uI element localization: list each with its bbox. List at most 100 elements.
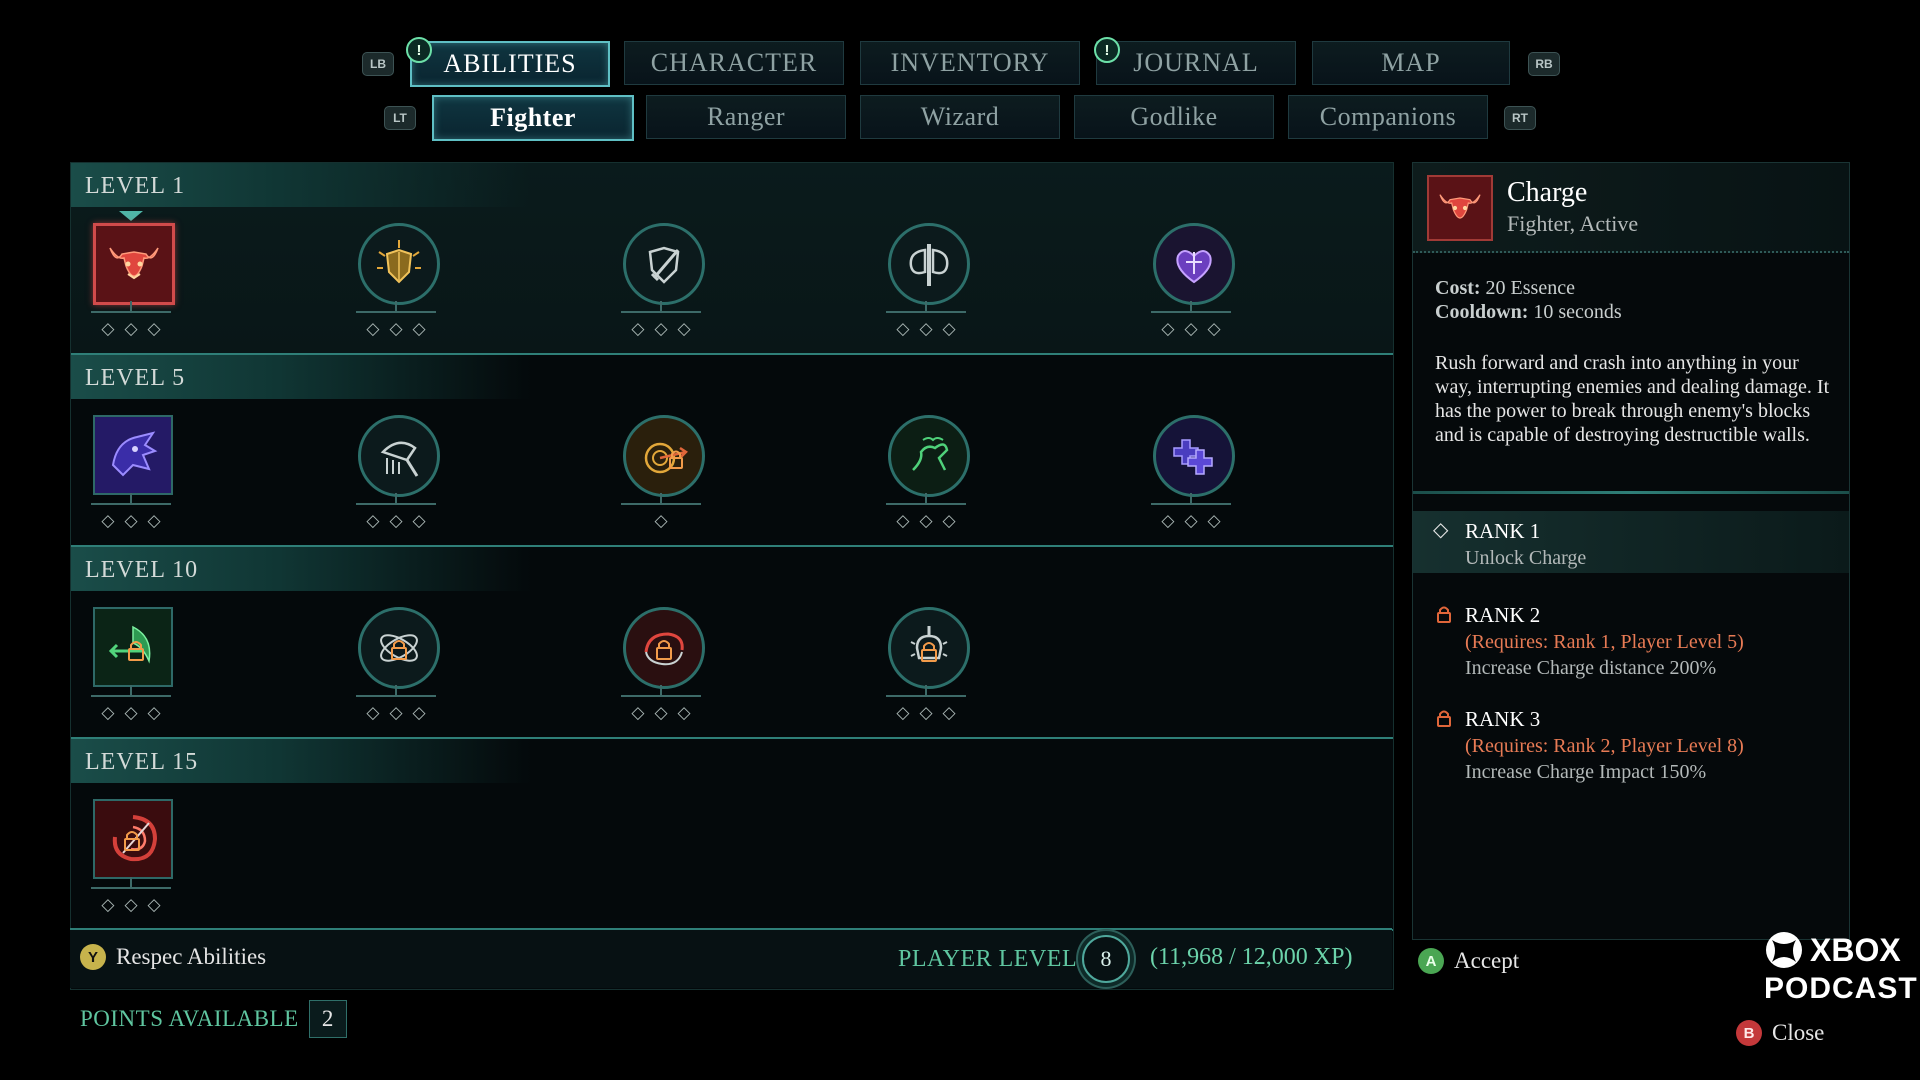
level-row-1: LEVEL 1 ◇◇◇ ◇◇◇ ◇◇◇ ◇◇◇ ◇◇◇ <box>71 163 1393 355</box>
heart-shield-icon[interactable] <box>1153 223 1235 305</box>
subtab-ranger[interactable]: Ranger <box>646 95 846 139</box>
ability-slot[interactable]: ◇◇◇ <box>611 223 711 363</box>
ability-slot[interactable]: ◇◇◇ <box>81 223 181 363</box>
ability-slot[interactable]: ◇◇◇ <box>81 607 181 747</box>
ability-slot[interactable]: ◇◇◇ <box>346 415 446 555</box>
rank-1[interactable]: ◇ RANK 1 Unlock Charge <box>1413 511 1849 573</box>
lt-trigger[interactable]: LT <box>384 106 416 130</box>
rank-pips: ◇◇◇ <box>631 319 701 339</box>
target-arrow-icon[interactable] <box>623 415 705 497</box>
ability-slot[interactable]: ◇◇◇ <box>346 607 446 747</box>
vortex-slash-icon[interactable] <box>93 799 173 879</box>
cross-stack-icon[interactable] <box>1153 415 1235 497</box>
ability-slot[interactable]: ◇◇◇ <box>611 607 711 747</box>
rank-pips: ◇◇◇ <box>101 703 171 723</box>
subtab-wizard[interactable]: Wizard <box>860 95 1060 139</box>
ability-slot[interactable]: ◇◇◇ <box>81 415 181 555</box>
rank-pips: ◇◇◇ <box>366 319 436 339</box>
charge-icon[interactable] <box>93 223 175 305</box>
subtab-godlike-label: Godlike <box>1130 102 1218 131</box>
rank-2[interactable]: RANK 2 (Requires: Rank 1, Player Level 5… <box>1413 595 1849 679</box>
tab-inventory-label: INVENTORY <box>890 48 1050 77</box>
tab-journal-label: JOURNAL <box>1133 48 1259 77</box>
xbox-podcast-watermark: XBOX PODCAST <box>1764 930 1917 1006</box>
ability-slot[interactable]: ◇◇◇ <box>876 223 976 363</box>
xp-progress: (11,968 / 12,000 XP) <box>1150 944 1353 970</box>
vine-leap-icon[interactable] <box>888 415 970 497</box>
subtab-companions-label: Companions <box>1319 102 1457 131</box>
close-button[interactable]: B Close <box>1736 1020 1824 1046</box>
rank-1-effect: Unlock Charge <box>1465 547 1587 569</box>
close-label: Close <box>1772 1020 1825 1045</box>
ability-slot[interactable]: ◇◇◇ <box>876 415 976 555</box>
rank-3-effect: Increase Charge Impact 150% <box>1465 761 1707 783</box>
accept-button[interactable]: A Accept <box>1418 948 1519 974</box>
ability-cooldown: Cooldown: 10 seconds <box>1435 301 1622 324</box>
rank-pips: ◇◇◇ <box>896 319 966 339</box>
rank-pips: ◇◇◇ <box>896 511 966 531</box>
points-available: POINTS AVAILABLE 2 <box>80 1000 347 1038</box>
lock-icon <box>1437 710 1451 727</box>
tab-map[interactable]: MAP <box>1312 41 1510 85</box>
shield-sword-icon[interactable] <box>623 223 705 305</box>
rank-2-title: RANK 2 <box>1465 603 1541 627</box>
rt-trigger[interactable]: RT <box>1504 106 1536 130</box>
accept-label: Accept <box>1454 948 1520 973</box>
rank-pips: ◇◇◇ <box>631 703 701 723</box>
lock-icon <box>1437 606 1451 623</box>
arrow-burst-icon[interactable] <box>93 607 173 687</box>
level-label: LEVEL 10 <box>85 557 199 583</box>
ability-detail-panel: Charge Fighter, Active Cost: 20 Essence … <box>1412 162 1850 940</box>
rank-3-title: RANK 3 <box>1465 707 1541 731</box>
shield-sun-icon[interactable] <box>358 223 440 305</box>
rank-3-requires: (Requires: Rank 2, Player Level 8) <box>1465 735 1744 757</box>
ability-type: Fighter, Active <box>1507 211 1639 236</box>
battle-axe-icon[interactable] <box>888 223 970 305</box>
xbox-logo-icon <box>1766 932 1802 968</box>
subtab-fighter-label: Fighter <box>490 103 576 132</box>
level-label: LEVEL 5 <box>85 365 186 391</box>
lb-bumper[interactable]: LB <box>362 52 394 76</box>
subtab-companions[interactable]: Companions <box>1288 95 1488 139</box>
ability-slot[interactable]: ◇◇◇ <box>1141 223 1241 363</box>
rage-face-icon[interactable] <box>93 415 173 495</box>
spin-orbit-icon[interactable] <box>358 607 440 689</box>
ability-slot[interactable]: ◇◇◇ <box>1141 415 1241 555</box>
ability-cost: Cost: 20 Essence <box>1435 277 1575 300</box>
tab-journal[interactable]: JOURNAL <box>1096 41 1296 85</box>
tab-map-label: MAP <box>1381 48 1441 77</box>
ability-slot[interactable]: ◇◇◇ <box>81 799 181 939</box>
respec-abilities-button[interactable]: Y Respec Abilities <box>80 944 266 970</box>
ability-slot[interactable]: ◇ <box>611 415 711 555</box>
level-row-15: LEVEL 15 ◇◇◇ <box>71 739 1393 931</box>
level-label: LEVEL 1 <box>85 173 186 199</box>
subtab-godlike[interactable]: Godlike <box>1074 95 1274 139</box>
level-label: LEVEL 15 <box>85 749 199 775</box>
ability-slot[interactable]: ◇◇◇ <box>876 607 976 747</box>
cost-value: 20 Essence <box>1485 277 1575 299</box>
detail-header: Charge Fighter, Active <box>1413 163 1849 253</box>
selection-marker <box>119 211 143 221</box>
rank-3[interactable]: RANK 3 (Requires: Rank 2, Player Level 8… <box>1413 699 1849 783</box>
rank-pips: ◇◇◇ <box>101 895 171 915</box>
whirl-slash-icon[interactable] <box>623 607 705 689</box>
axe-strike-icon[interactable] <box>358 415 440 497</box>
tab-inventory[interactable]: INVENTORY <box>860 41 1080 85</box>
b-button-icon: B <box>1736 1020 1762 1046</box>
ability-slot[interactable]: ◇◇◇ <box>346 223 446 363</box>
rank-pips: ◇◇◇ <box>101 511 171 531</box>
rank-pips: ◇◇◇ <box>1161 319 1231 339</box>
tab-abilities[interactable]: ABILITIES <box>410 41 610 87</box>
rank-pips: ◇◇◇ <box>366 511 436 531</box>
skull-blade-icon[interactable] <box>888 607 970 689</box>
cost-label: Cost: <box>1435 277 1481 299</box>
points-available-label: POINTS AVAILABLE <box>80 1006 299 1031</box>
points-available-value: 2 <box>308 1000 347 1038</box>
y-button-icon: Y <box>80 944 106 970</box>
subtab-fighter[interactable]: Fighter <box>432 95 634 141</box>
rb-bumper[interactable]: RB <box>1528 52 1560 76</box>
rank-pips: ◇◇◇ <box>1161 511 1231 531</box>
player-level-label: PLAYER LEVEL <box>898 946 1078 972</box>
respec-label: Respec Abilities <box>116 944 267 969</box>
tab-character[interactable]: CHARACTER <box>624 41 844 85</box>
